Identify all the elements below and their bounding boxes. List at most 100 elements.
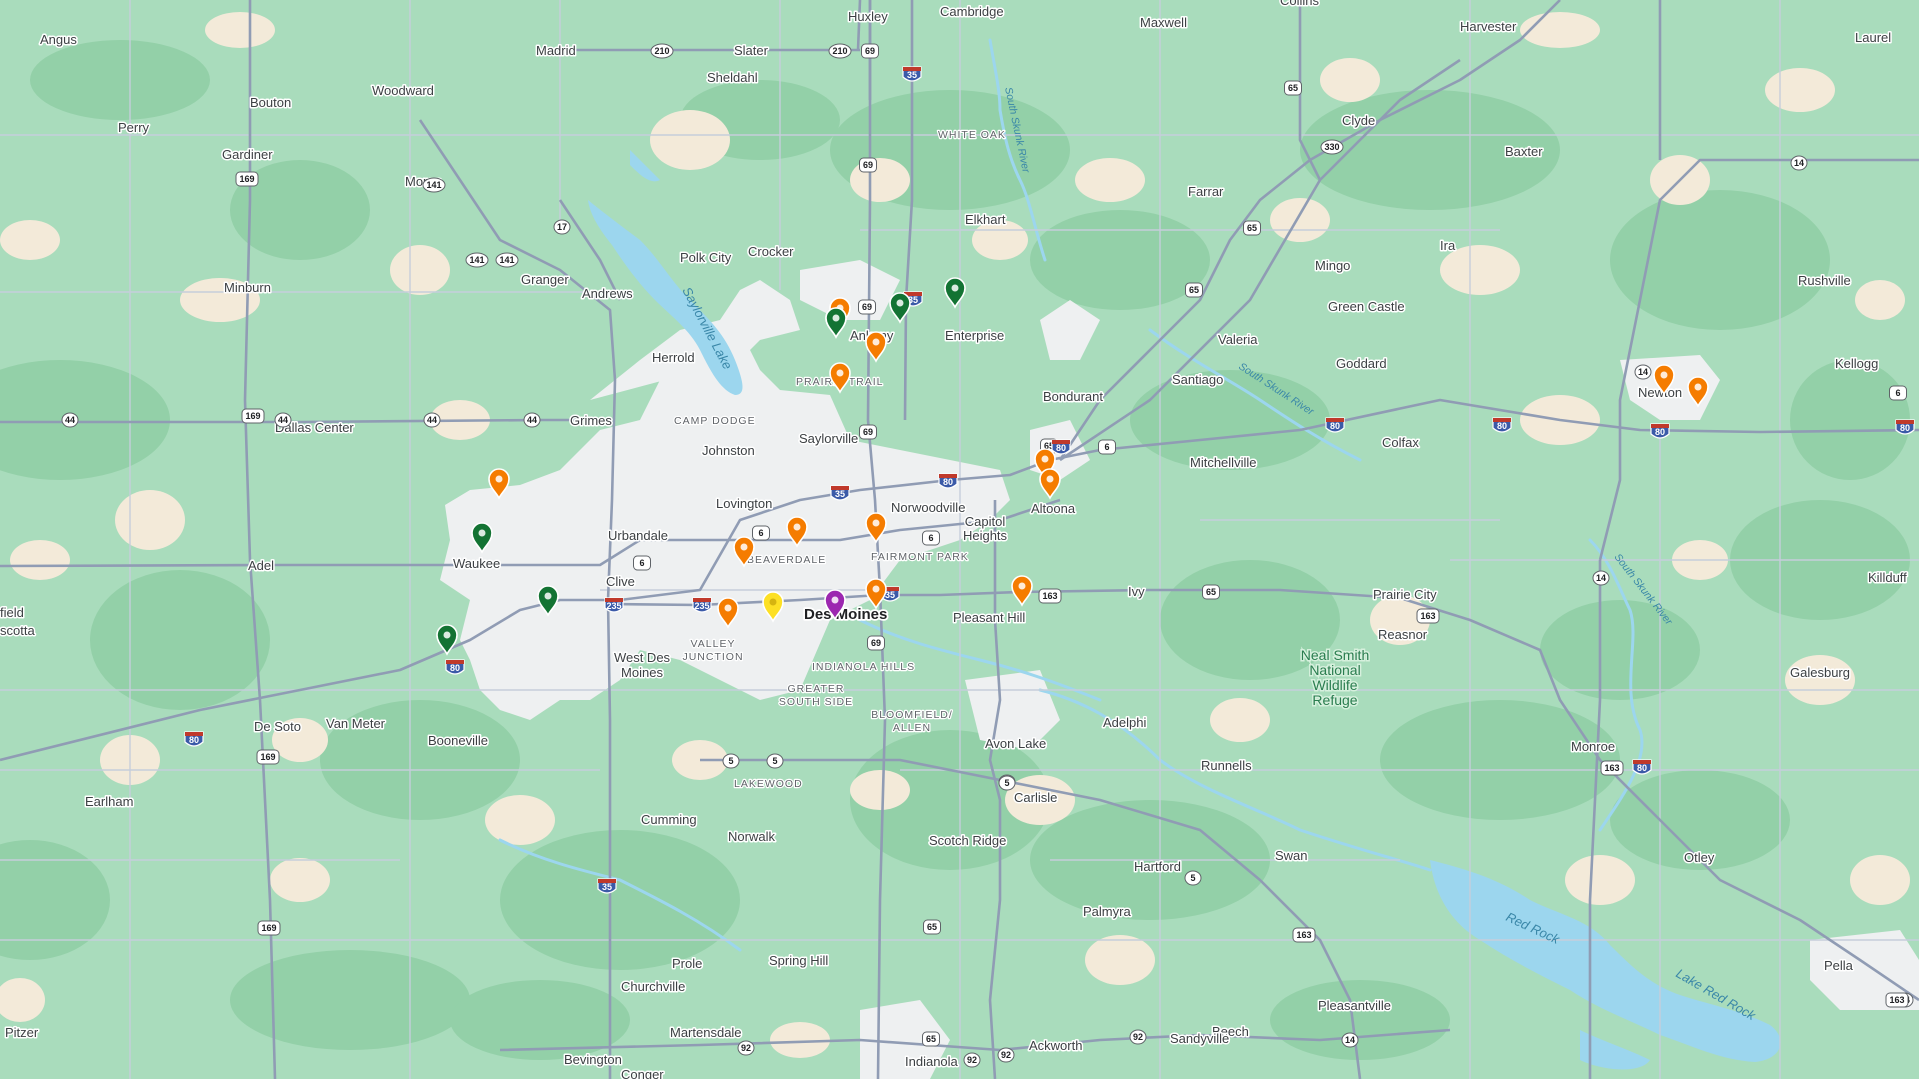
forest-patch — [1540, 600, 1700, 700]
svg-text:69: 69 — [865, 46, 875, 56]
place-label-indianola: Indianola — [905, 1054, 959, 1069]
place-label-adel: Adel — [248, 558, 274, 573]
map-canvas[interactable]: Angus Huxley Cambridge Maxwell Collins Harves… — [0, 0, 1919, 1079]
place-label-colfax: Colfax — [1382, 435, 1419, 450]
place-label-altoona: Altoona — [1031, 501, 1076, 516]
svg-text:141: 141 — [499, 255, 514, 265]
place-label-mitchellville: Mitchellville — [1190, 455, 1256, 470]
place-label-field: field — [0, 605, 24, 620]
route-shield-169: 169 — [235, 171, 259, 187]
svg-text:6: 6 — [928, 533, 933, 543]
svg-text:65: 65 — [927, 922, 937, 932]
svg-text:14: 14 — [1345, 1035, 1355, 1045]
route-shield-69: 69 — [859, 424, 877, 440]
place-label-grimes: Grimes — [570, 413, 612, 428]
farmland-patch — [1075, 158, 1145, 202]
place-label-ira: Ira — [1440, 238, 1456, 253]
route-shield-163: 163 — [1600, 760, 1624, 776]
route-shield-80: 80 — [938, 473, 958, 489]
place-label-baxter: Baxter — [1505, 144, 1543, 159]
route-shield-69: 69 — [859, 157, 877, 173]
place-label-clive: Clive — [606, 574, 635, 589]
forest-patch — [500, 830, 740, 970]
svg-text:163: 163 — [1604, 763, 1619, 773]
svg-text:80: 80 — [943, 477, 953, 487]
place-label-prole: Prole — [672, 956, 702, 971]
place-label-sheldahl: Sheldahl — [707, 70, 758, 85]
route-shield-69: 69 — [858, 299, 876, 315]
route-shield-5: 5 — [998, 775, 1016, 791]
svg-text:80: 80 — [1330, 421, 1340, 431]
svg-text:5: 5 — [728, 756, 733, 766]
forest-patch — [1380, 700, 1620, 820]
svg-text:80: 80 — [1637, 763, 1647, 773]
svg-text:69: 69 — [862, 302, 872, 312]
route-shield-6: 6 — [633, 555, 651, 571]
route-shield-330: 330 — [1320, 139, 1344, 155]
place-label-martensdale: Martensdale — [670, 1025, 742, 1040]
route-shield-163: 163 — [1416, 608, 1440, 624]
farmland-patch — [1785, 655, 1855, 705]
route-shield-235: 235 — [604, 597, 624, 613]
svg-text:169: 169 — [260, 752, 275, 762]
svg-text:5: 5 — [772, 756, 777, 766]
svg-text:80: 80 — [450, 663, 460, 673]
route-shield-35: 35 — [597, 878, 617, 894]
neighborhood-label-beaverdale: BEAVERDALE — [747, 554, 826, 566]
route-shield-65: 65 — [1202, 584, 1220, 600]
place-label-des-moines: Des Moines — [804, 606, 887, 623]
place-label-norwoodville: Norwoodville — [891, 500, 965, 515]
svg-text:35: 35 — [602, 882, 612, 892]
place-label-pitzer: Pitzer — [5, 1025, 39, 1040]
svg-text:65: 65 — [1206, 587, 1216, 597]
forest-patch — [90, 570, 270, 710]
farmland-patch — [205, 12, 275, 48]
place-label-maxwell: Maxwell — [1140, 15, 1187, 30]
svg-text:6: 6 — [758, 528, 763, 538]
farmland-patch — [390, 245, 450, 295]
farmland-patch — [650, 110, 730, 170]
svg-text:163: 163 — [1889, 995, 1904, 1005]
route-shield-92: 92 — [1129, 1029, 1147, 1045]
route-shield-65: 65 — [1243, 220, 1261, 236]
place-label-angus: Angus — [40, 32, 77, 47]
place-label-churchville: Churchville — [621, 979, 685, 994]
forest-patch — [30, 40, 210, 120]
svg-text:169: 169 — [261, 923, 276, 933]
route-shield-44: 44 — [423, 412, 441, 428]
route-shield-80: 80 — [1051, 439, 1071, 455]
svg-text:80: 80 — [1497, 421, 1507, 431]
place-label-clyde: Clyde — [1342, 113, 1375, 128]
place-label-scotta: scotta — [0, 623, 35, 638]
svg-text:80: 80 — [189, 735, 199, 745]
route-shield-17: 17 — [553, 219, 571, 235]
place-label-monroe: Monroe — [1571, 739, 1615, 754]
farmland-patch — [1320, 58, 1380, 102]
route-shield-80: 80 — [1895, 419, 1915, 435]
place-label-lovington: Lovington — [716, 496, 772, 511]
place-label-earlham: Earlham — [85, 794, 133, 809]
place-label-harvester: Harvester — [1460, 19, 1517, 34]
svg-text:44: 44 — [427, 415, 437, 425]
farmland-patch — [1270, 198, 1330, 242]
route-shield-80: 80 — [1632, 759, 1652, 775]
farmland-patch — [1520, 12, 1600, 48]
route-shield-65: 65 — [922, 1031, 940, 1047]
forest-patch — [1030, 210, 1210, 310]
farmland-patch — [115, 490, 185, 550]
place-label-santiago: Santiago — [1172, 372, 1223, 387]
place-label-van-meter: Van Meter — [326, 716, 386, 731]
place-label-collins: Collins — [1280, 0, 1320, 8]
place-label-norwalk: Norwalk — [728, 829, 775, 844]
farmland-patch — [1210, 698, 1270, 742]
place-label-kellogg: Kellogg — [1835, 356, 1878, 371]
svg-text:169: 169 — [239, 174, 254, 184]
route-shield-169: 169 — [241, 408, 265, 424]
route-shield-35: 35 — [902, 66, 922, 82]
route-shield-65: 65 — [923, 919, 941, 935]
route-shield-80: 80 — [1650, 423, 1670, 439]
place-label-otley: Otley — [1684, 850, 1715, 865]
svg-text:65: 65 — [1288, 83, 1298, 93]
place-label-bouton: Bouton — [250, 95, 291, 110]
route-shield-169: 169 — [257, 920, 281, 936]
